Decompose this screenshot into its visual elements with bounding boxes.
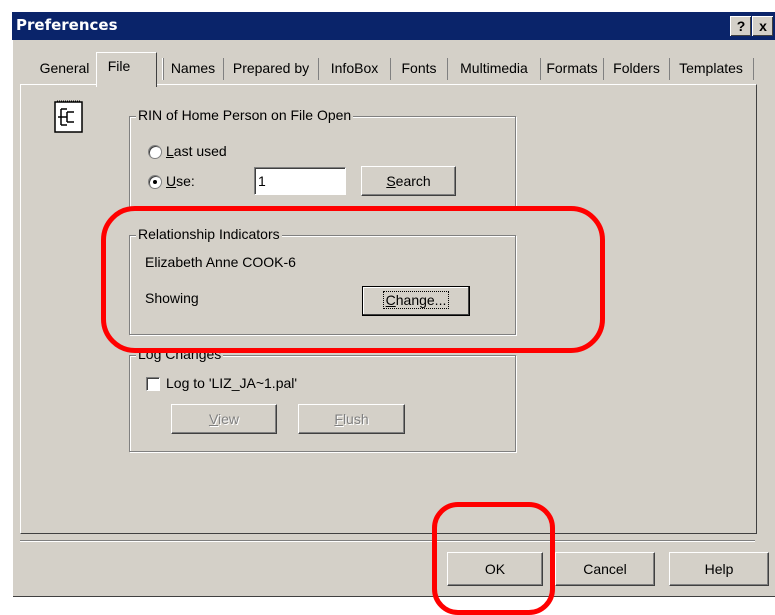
cancel-button[interactable]: Cancel xyxy=(555,552,655,586)
tab-general[interactable]: General xyxy=(35,56,94,81)
file-icon xyxy=(54,100,83,133)
tab-multimedia[interactable]: Multimedia xyxy=(450,56,538,81)
use-label[interactable]: Use: xyxy=(166,173,195,189)
help-title-button[interactable]: ? xyxy=(730,16,751,36)
title-bar[interactable]: Preferences ? x xyxy=(12,12,775,40)
tab-folders[interactable]: Folders xyxy=(606,56,667,81)
last-used-label[interactable]: Last used xyxy=(166,143,227,159)
tab-file[interactable]: File xyxy=(99,54,139,79)
flush-button[interactable]: Flush xyxy=(298,404,405,434)
tab-infobox[interactable]: InfoBox xyxy=(321,56,388,81)
search-button[interactable]: Search xyxy=(361,166,456,196)
help-button[interactable]: Help xyxy=(669,552,769,586)
log-checkbox-label[interactable]: Log to 'LIZ_JA~1.pal' xyxy=(166,375,297,391)
use-radio[interactable] xyxy=(148,175,162,189)
rin-group: RIN of Home Person on File Open xyxy=(129,107,516,210)
rin-group-legend: RIN of Home Person on File Open xyxy=(136,107,354,123)
ok-highlight-annotation xyxy=(432,502,555,615)
log-checkbox[interactable] xyxy=(146,377,160,391)
last-used-radio[interactable] xyxy=(148,145,162,159)
window-title: Preferences xyxy=(16,16,118,34)
close-button[interactable]: x xyxy=(752,16,773,36)
relationship-highlight-annotation xyxy=(101,206,605,353)
tab-fonts[interactable]: Fonts xyxy=(393,56,445,81)
tab-templates[interactable]: Templates xyxy=(672,56,750,81)
tab-formats[interactable]: Formats xyxy=(543,56,601,81)
tab-names[interactable]: Names xyxy=(165,56,221,81)
tab-prepared-by[interactable]: Prepared by xyxy=(226,56,316,81)
rin-input[interactable]: 1 xyxy=(254,167,346,195)
view-button[interactable]: View xyxy=(171,404,277,434)
